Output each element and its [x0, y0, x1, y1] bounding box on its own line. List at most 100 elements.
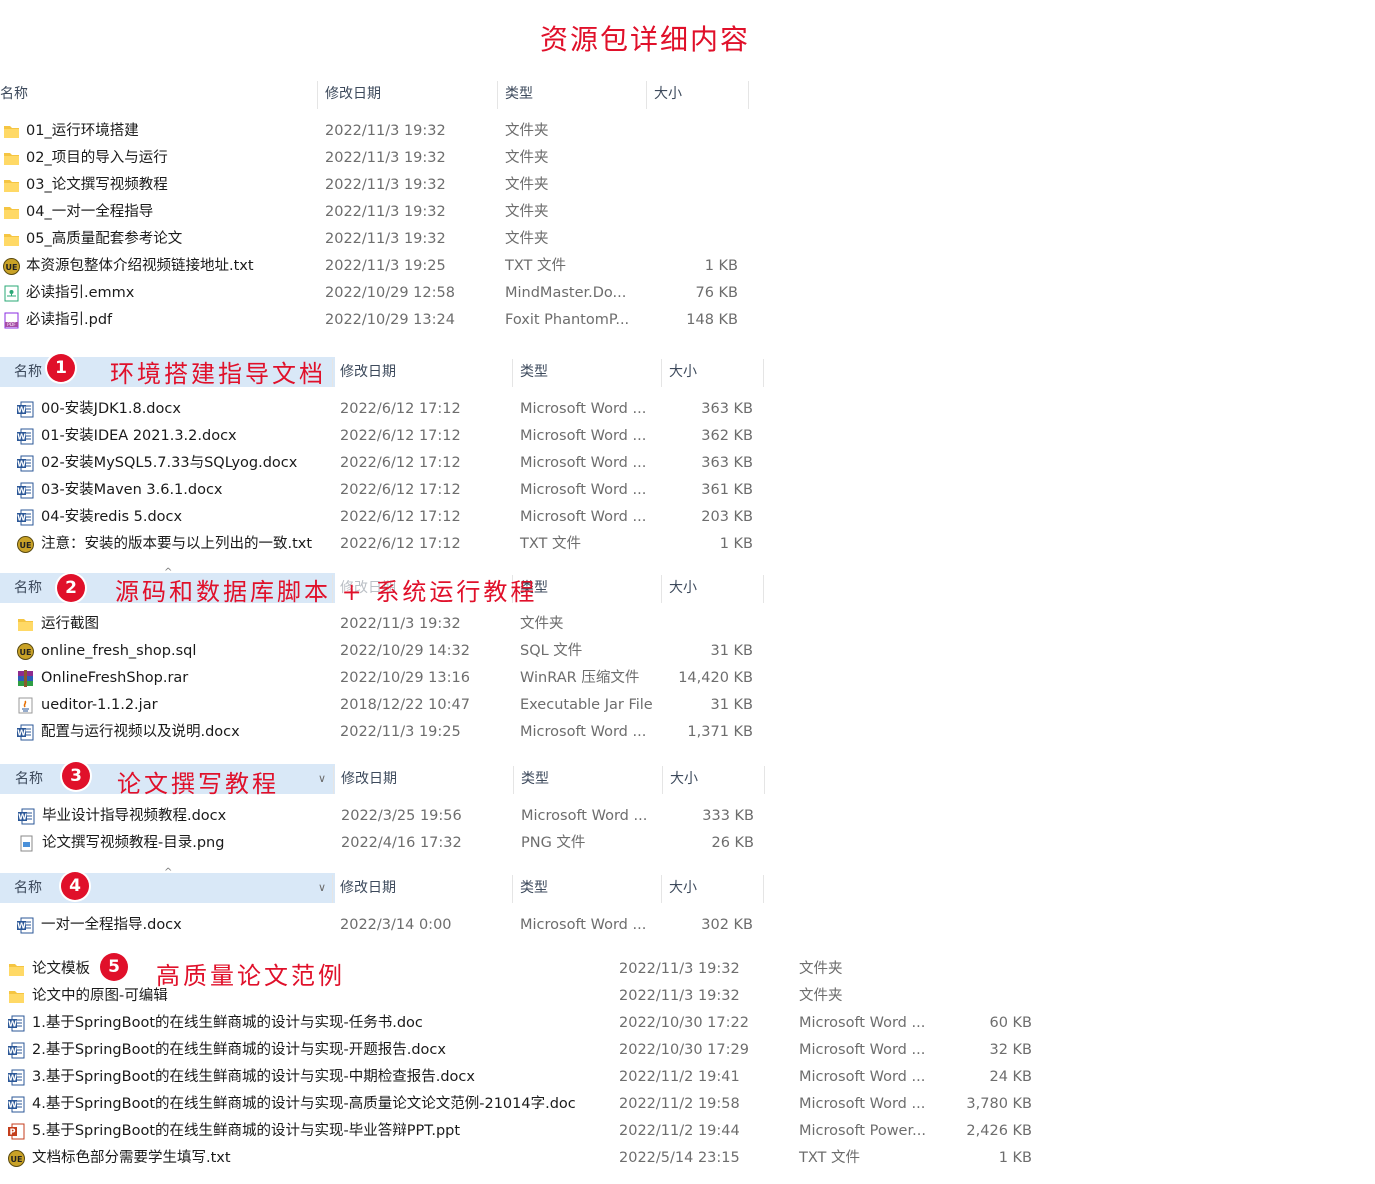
- file-name: 01_运行环境搭建: [26, 123, 139, 139]
- word-icon: W: [18, 808, 35, 825]
- file-row[interactable]: ueditor-1.1.2.jar 2018/12/22 10:47 Executa…: [0, 692, 1375, 719]
- column-separator[interactable]: [513, 766, 514, 794]
- file-date: 2022/6/12 17:12: [340, 401, 461, 417]
- column-header-date[interactable]: 修改日期: [340, 357, 396, 387]
- file-row[interactable]: PDF 必读指引.pdf 2022/10/29 13:24 Foxit Phantom…: [0, 307, 1375, 334]
- file-row[interactable]: 论文撰写视频教程-目录.png 2022/4/16 17:32 PNG 文件 26 K…: [0, 830, 1375, 857]
- column-header-size[interactable]: 大小: [654, 79, 682, 109]
- folder-icon: [3, 231, 20, 248]
- file-name: ueditor-1.1.2.jar: [41, 697, 158, 713]
- column-header-name[interactable]: 名称: [14, 357, 42, 387]
- column-separator[interactable]: [512, 359, 513, 387]
- column-separator[interactable]: [763, 575, 764, 603]
- file-row[interactable]: W 配置与运行视频以及说明.docx 2022/11/3 19:25 Microsof…: [0, 719, 1375, 746]
- column-header-size[interactable]: 大小: [669, 357, 697, 387]
- file-size: 60 KB: [989, 1015, 1032, 1031]
- file-row[interactable]: 05_高质量配套参考论文 2022/11/3 19:32 文件夹: [0, 226, 1375, 253]
- column-separator[interactable]: [763, 359, 764, 387]
- file-row[interactable]: 必读指引.emmx 2022/10/29 12:58 MindMaster.Do..…: [0, 280, 1375, 307]
- file-row[interactable]: 04_一对一全程指导 2022/11/3 19:32 文件夹: [0, 199, 1375, 226]
- file-name: 01-安装IDEA 2021.3.2.docx: [41, 428, 237, 444]
- file-row[interactable]: 论文中的原图-可编辑 2022/11/3 19:32 文件夹: [0, 983, 1375, 1010]
- column-separator[interactable]: [764, 766, 765, 794]
- column-header-date[interactable]: 修改日期: [325, 79, 381, 109]
- column-header-date[interactable]: 修改日期: [341, 764, 397, 794]
- file-row[interactable]: W 00-安装JDK1.8.docx 2022/6/12 17:12 Microsof…: [0, 396, 1375, 423]
- column-separator[interactable]: [646, 81, 647, 109]
- column-header-type[interactable]: 类型: [505, 79, 533, 109]
- file-row[interactable]: UE online_fresh_shop.sql 2022/10/29 14:32 S…: [0, 638, 1375, 665]
- file-date: 2022/11/2 19:58: [619, 1096, 740, 1112]
- file-row[interactable]: UE 文档标色部分需要学生填写.txt 2022/5/14 23:15 TXT 文件 1…: [0, 1145, 1375, 1172]
- file-row[interactable]: 02_项目的导入与运行 2022/11/3 19:32 文件夹: [0, 145, 1375, 172]
- column-separator[interactable]: [332, 359, 333, 387]
- column-dropdown-icon[interactable]: ∨: [318, 764, 326, 794]
- column-separator[interactable]: [512, 875, 513, 903]
- file-row[interactable]: W 02-安装MySQL5.7.33与SQLyog.docx 2022/6/12 1…: [0, 450, 1375, 477]
- file-type: TXT 文件: [520, 536, 582, 552]
- file-row[interactable]: W 01-安装IDEA 2021.3.2.docx 2022/6/12 17:12 M…: [0, 423, 1375, 450]
- file-date: 2022/6/12 17:12: [340, 428, 461, 444]
- file-row[interactable]: W 2.基于SpringBoot的在线生鲜商城的设计与实现-开题报告.docx 20…: [0, 1037, 1375, 1064]
- file-row[interactable]: W 3.基于SpringBoot的在线生鲜商城的设计与实现-中期检查报告.docx…: [0, 1064, 1375, 1091]
- file-type: 文件夹: [799, 988, 843, 1004]
- file-row[interactable]: W 毕业设计指导视频教程.docx 2022/3/25 19:56 Microsoft…: [0, 803, 1375, 830]
- file-row[interactable]: W 04-安装redis 5.docx 2022/6/12 17:12 Microso…: [0, 504, 1375, 531]
- column-separator[interactable]: [661, 875, 662, 903]
- file-row[interactable]: W 1.基于SpringBoot的在线生鲜商城的设计与实现-任务书.doc 2022…: [0, 1010, 1375, 1037]
- column-header-name[interactable]: 名称: [0, 79, 28, 109]
- column-header-type[interactable]: 类型: [520, 873, 548, 903]
- file-type: Executable Jar File: [520, 697, 653, 713]
- file-type: 文件夹: [505, 150, 549, 166]
- file-name: OnlineFreshShop.rar: [41, 670, 189, 686]
- file-row[interactable]: 01_运行环境搭建 2022/11/3 19:32 文件夹: [0, 118, 1375, 145]
- file-row[interactable]: UE 注意：安装的版本要与以上列出的一致.txt 2022/6/12 17:12 TX…: [0, 531, 1375, 558]
- column-separator[interactable]: [497, 81, 498, 109]
- file-size: 1 KB: [998, 1150, 1032, 1166]
- column-header-name[interactable]: 名称: [15, 764, 43, 794]
- sort-arrow-icon: ^: [164, 867, 173, 878]
- file-name: 3.基于SpringBoot的在线生鲜商城的设计与实现-中期检查报告.docx: [32, 1069, 475, 1085]
- column-separator[interactable]: [662, 766, 663, 794]
- svg-text:W: W: [17, 922, 26, 931]
- column-separator[interactable]: [763, 875, 764, 903]
- file-name: 配置与运行视频以及说明.docx: [41, 724, 240, 740]
- file-date: 2022/11/2 19:41: [619, 1069, 740, 1085]
- column-header-size[interactable]: 大小: [669, 873, 697, 903]
- file-date: 2022/6/12 17:12: [340, 536, 461, 552]
- word-icon: W: [8, 1069, 25, 1086]
- file-row[interactable]: P 5.基于SpringBoot的在线生鲜商城的设计与实现-毕业答辩PPT.ppt…: [0, 1118, 1375, 1145]
- column-separator[interactable]: [332, 875, 333, 903]
- file-row[interactable]: UE 本资源包整体介绍视频链接地址.txt 2022/11/3 19:25 TXT 文…: [0, 253, 1375, 280]
- file-row[interactable]: 03_论文撰写视频教程 2022/11/3 19:32 文件夹: [0, 172, 1375, 199]
- ue-icon: UE: [3, 258, 20, 275]
- file-date: 2022/11/3 19:32: [325, 204, 446, 220]
- file-row[interactable]: OnlineFreshShop.rar 2022/10/29 13:16 WinRA…: [0, 665, 1375, 692]
- file-type: Microsoft Word ...: [521, 808, 648, 824]
- column-header-type[interactable]: 类型: [520, 357, 548, 387]
- column-header-date[interactable]: 修改日期: [340, 873, 396, 903]
- column-dropdown-icon[interactable]: ∨: [318, 873, 326, 903]
- column-separator[interactable]: [661, 359, 662, 387]
- word-icon: W: [8, 1042, 25, 1059]
- file-date: 2022/6/12 17:12: [340, 482, 461, 498]
- file-type: 文件夹: [505, 123, 549, 139]
- file-size: 148 KB: [686, 312, 738, 328]
- file-name: 03_论文撰写视频教程: [26, 177, 168, 193]
- file-row[interactable]: W 4.基于SpringBoot的在线生鲜商城的设计与实现-高质量论文论文范例-2…: [0, 1091, 1375, 1118]
- file-size: 333 KB: [702, 808, 754, 824]
- column-header-name[interactable]: 名称: [14, 573, 42, 603]
- file-row[interactable]: W 03-安装Maven 3.6.1.docx 2022/6/12 17:12 Mic…: [0, 477, 1375, 504]
- file-row[interactable]: 运行截图 2022/11/3 19:32 文件夹: [0, 611, 1375, 638]
- column-header-name[interactable]: 名称: [14, 873, 42, 903]
- column-separator[interactable]: [661, 575, 662, 603]
- column-header-type[interactable]: 类型: [521, 764, 549, 794]
- file-row[interactable]: W 一对一全程指导.docx 2022/3/14 0:00 Microsoft Wor…: [0, 912, 1375, 939]
- column-header-size[interactable]: 大小: [669, 573, 697, 603]
- column-header-size[interactable]: 大小: [670, 764, 698, 794]
- column-separator[interactable]: [748, 81, 749, 109]
- column-separator[interactable]: [317, 81, 318, 109]
- file-row[interactable]: 论文模板 2022/11/3 19:32 文件夹: [0, 956, 1375, 983]
- column-separator[interactable]: [333, 766, 334, 794]
- column-header: 名称 修改日期 类型 大小 ^ ∨: [0, 867, 1375, 903]
